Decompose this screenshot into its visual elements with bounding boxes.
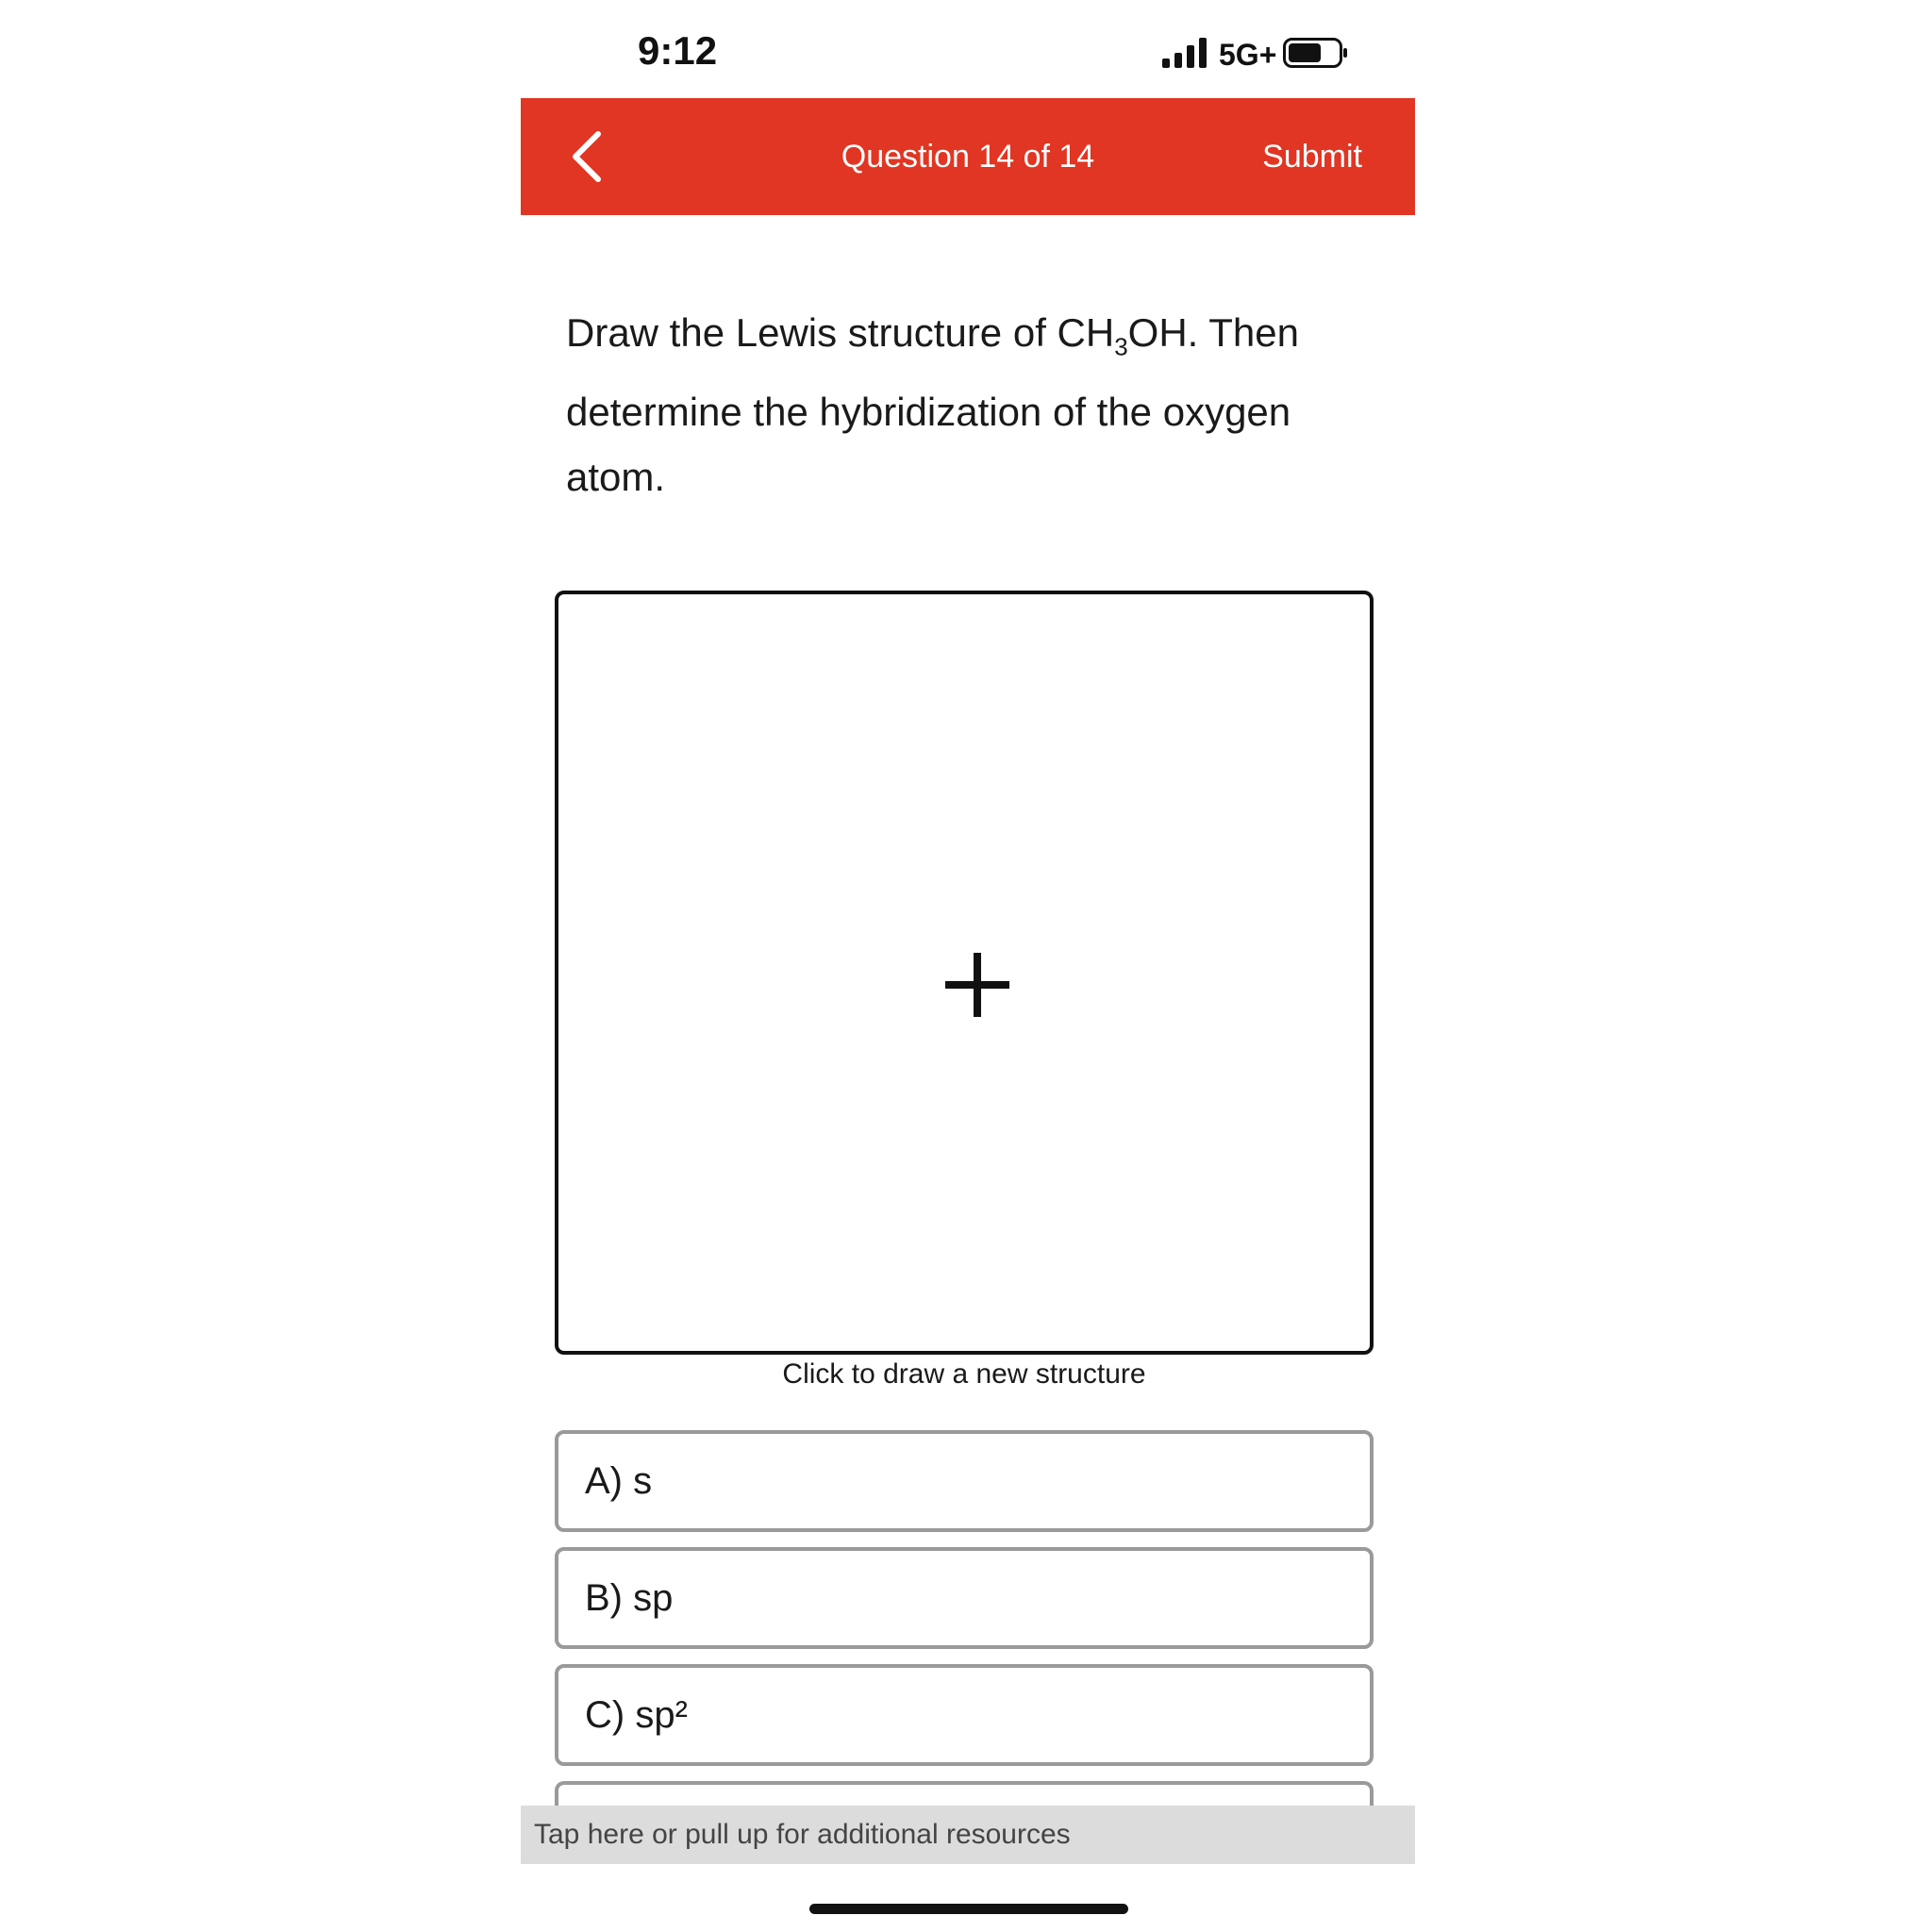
- status-bar: 9:12 5G+: [521, 0, 1415, 98]
- option-label: C) sp²: [585, 1694, 688, 1736]
- submit-button[interactable]: Submit: [1262, 98, 1362, 215]
- draw-caption: Click to draw a new structure: [782, 1358, 1146, 1390]
- header-bar: Question 14 of 14 Submit: [521, 98, 1415, 215]
- question-subscript: 3: [1114, 332, 1128, 361]
- resources-bar[interactable]: Tap here or pull up for additional resou…: [521, 1806, 1415, 1864]
- option-label: B) sp: [585, 1577, 674, 1619]
- answer-option-c[interactable]: C) sp²: [555, 1664, 1374, 1766]
- question-text: Draw the Lewis structure of CH3OH. Then …: [566, 300, 1377, 509]
- signal-icon: [1162, 38, 1207, 68]
- battery-icon: [1283, 38, 1347, 68]
- structure-drawing-area[interactable]: [555, 591, 1374, 1355]
- answer-option-b[interactable]: B) sp: [555, 1547, 1374, 1649]
- chevron-left-icon[interactable]: [558, 126, 619, 187]
- app-screen: 9:12 5G+ Question 14 of 14 Submit Draw t…: [521, 0, 1415, 1932]
- home-indicator[interactable]: [809, 1904, 1128, 1914]
- option-label: A) s: [585, 1460, 653, 1502]
- answer-option-a[interactable]: A) s: [555, 1430, 1374, 1532]
- question-text-part1: Draw the Lewis structure of CH: [566, 310, 1115, 355]
- resources-label: Tap here or pull up for additional resou…: [534, 1819, 1071, 1850]
- plus-icon: [945, 953, 1009, 1017]
- network-label: 5G+: [1219, 38, 1277, 72]
- status-time: 9:12: [638, 28, 718, 73]
